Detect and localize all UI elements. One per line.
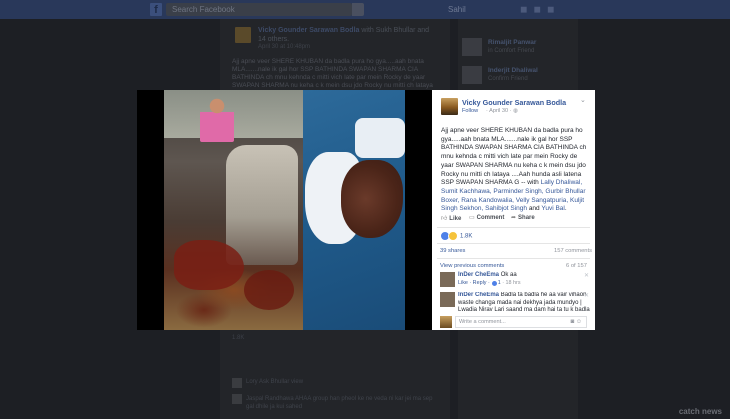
background-comment-avatar — [232, 378, 242, 388]
commenter-name[interactable]: InDer CheEma — [458, 272, 499, 278]
background-post-avatar — [235, 27, 251, 43]
post-date-text[interactable]: April 30 — [489, 108, 508, 114]
post-body: Ajj apne veer SHERE KHUBAN da badla pura… — [441, 127, 587, 187]
composer-icons: ◙ ☺ — [571, 317, 582, 327]
facebook-logo-icon[interactable]: f — [150, 3, 162, 16]
tagged-last[interactable]: Yuvi Bal — [541, 205, 565, 212]
with-prefix: with — [527, 179, 541, 187]
notification-icons[interactable]: ◼◼◼ — [520, 4, 560, 15]
background-comment: Jaspal Randhawa AHAA group han pheol ke … — [232, 394, 442, 414]
person-figure — [200, 98, 234, 142]
background-author-name: Vicky Gounder Sarawan Bodla — [258, 27, 360, 34]
background-post-date: April 30 at 10:48pm — [258, 44, 311, 50]
reaction-wow-icon — [448, 231, 458, 241]
photo-right-injured-person[interactable] — [303, 90, 405, 330]
comment-label: Comment — [476, 215, 505, 221]
author-name[interactable]: Vicky Gounder Sarawan Bodla — [462, 98, 566, 107]
chevron-down-icon[interactable]: ⌄ — [580, 96, 586, 104]
comment-meta: Like · Reply · 1 · 18 hrs — [458, 279, 521, 287]
view-previous-comments-link[interactable]: View previous comments — [440, 263, 504, 269]
share-icon: ➦ — [511, 215, 517, 221]
search-input[interactable]: Search Facebook — [166, 3, 352, 16]
post-panel: Vicky Gounder Sarawan Bodla Follow · Apr… — [432, 90, 595, 330]
commenter-avatar[interactable] — [440, 272, 455, 287]
close-icon[interactable]: ✕ — [584, 272, 589, 279]
globe-icon: ◍ — [513, 108, 518, 114]
commenter-name[interactable]: InDer CheEma — [458, 292, 499, 298]
commenter-avatar[interactable] — [440, 292, 455, 307]
comment-text: Ok aa — [500, 272, 517, 278]
stain — [174, 240, 244, 290]
viewer-avatar — [440, 316, 452, 328]
photo-left-car-interior[interactable] — [164, 90, 303, 330]
background-comment-text: Lory Ask Bhullar view — [246, 379, 304, 385]
sticker-icon[interactable]: ☺ — [576, 319, 582, 325]
sidebar-suggestion-sub: Confirm Friend — [488, 76, 528, 82]
like-label: Like — [449, 216, 462, 222]
comment-icon: ▭ — [469, 215, 475, 221]
sidebar-suggestion: Inderjit Dhaliwal Confirm Friend — [462, 66, 572, 88]
camera-icon[interactable]: ◙ — [571, 319, 575, 325]
sidebar-thumb — [462, 66, 482, 84]
like-icon: 👍︎ — [441, 216, 448, 222]
comment-composer: Write a comment... ◙ ☺ — [432, 314, 595, 330]
car-seat — [226, 145, 298, 265]
tags-end: . — [564, 205, 567, 213]
background-post-author: Vicky Gounder Sarawan Bodla with Sukh Bh… — [258, 26, 438, 44]
like-button[interactable]: 👍︎ Like — [441, 214, 461, 222]
comments-count[interactable]: 157 comments — [554, 248, 592, 254]
post-date[interactable]: · April 30 · ◍ — [486, 108, 518, 114]
comment-position: 6 of 157 — [566, 263, 587, 269]
comment-button[interactable]: ▭ Comment — [469, 214, 504, 221]
sidebar-suggestion-sub: in Comfort Friend — [488, 48, 535, 54]
shares-count[interactable]: 39 shares — [440, 248, 465, 254]
sidebar-suggestion: Rimaljit Panwar in Comfort Friend — [462, 38, 572, 60]
top-navigation-bar: f Search Facebook Sahil ◼◼◼ — [0, 0, 730, 19]
background-comment-avatar — [232, 394, 242, 404]
comment-like-reply[interactable]: Like · Reply · — [458, 280, 491, 286]
sidebar-suggestion-name: Rimaljit Panwar — [488, 39, 537, 46]
reaction-summary[interactable]: 1.8K — [440, 231, 472, 241]
write-comment-input[interactable]: Write a comment... ◙ ☺ — [455, 316, 587, 328]
tags-and: and — [527, 205, 542, 213]
watermark-logo: catch news — [678, 407, 722, 416]
comment-item: InDer CheEma Ok aa Like · Reply · 1 · 18… — [440, 272, 590, 292]
background-reaction-count: 1.8K — [232, 335, 245, 341]
comment-time: · 18 hrs — [500, 280, 521, 287]
background-comment-text: Jaspal Randhawa AHAA group han pheol ke … — [246, 396, 433, 410]
write-comment-placeholder: Write a comment... — [459, 319, 506, 325]
top-user-name[interactable]: Sahil — [448, 5, 466, 14]
stain — [244, 270, 294, 310]
divider — [437, 243, 590, 244]
comment-item: InDer CheEma Badla ta badla he aa vair v… — [440, 292, 590, 314]
follow-link[interactable]: Follow — [462, 108, 478, 114]
share-label: Share — [518, 215, 535, 221]
divider — [437, 258, 590, 259]
comment-body: InDer CheEma Badla ta badla he aa vair v… — [458, 292, 590, 314]
share-button[interactable]: ➦ Share — [511, 214, 535, 221]
close-icon[interactable]: ✕ — [584, 292, 589, 299]
background-comment: Lory Ask Bhullar view — [232, 378, 442, 390]
author-avatar[interactable] — [441, 98, 458, 115]
divider — [437, 227, 590, 228]
face — [341, 160, 403, 238]
sidebar-suggestion-name: Inderjit Dhaliwal — [488, 67, 538, 74]
post-text: Ajj apne veer SHERE KHUBAN da badla pura… — [441, 127, 590, 214]
sidebar-thumb — [462, 38, 482, 56]
comment-body: InDer CheEma Ok aa Like · Reply · 1 · 18… — [458, 272, 590, 288]
search-icon[interactable] — [352, 3, 364, 16]
reaction-count: 1.8K — [460, 233, 473, 240]
pillow — [355, 118, 405, 158]
